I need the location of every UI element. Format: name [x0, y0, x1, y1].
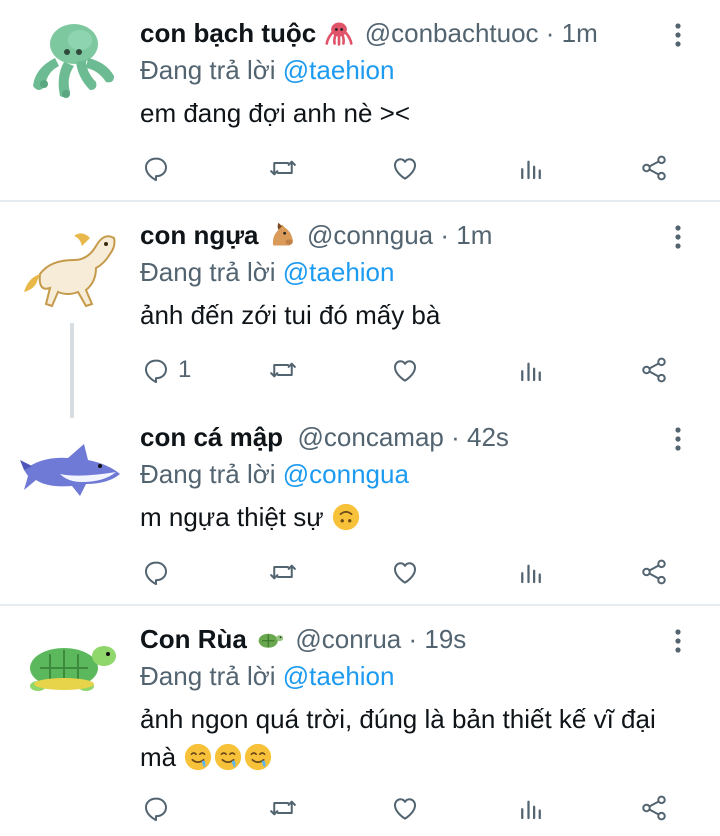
- octopus-avatar[interactable]: [20, 18, 120, 108]
- action-bar: 1: [0, 350, 720, 390]
- tweet-text: ảnh đến zới tui đó mấy bà: [140, 300, 441, 330]
- tweet-text: m ngựa thiệt sự: [140, 500, 700, 534]
- retweet-icon[interactable]: [261, 552, 305, 592]
- replying-to-line: Đang trả lời @taehion: [140, 257, 394, 288]
- tweet-text-line-2: mà: [140, 740, 700, 774]
- mention-link[interactable]: @taehion: [283, 55, 395, 85]
- reply-icon[interactable]: [134, 350, 178, 390]
- user-handle[interactable]: @concamap: [298, 422, 444, 452]
- tweet-text: ảnh ngon quá trời, đúng là bản thiết kế …: [140, 702, 700, 774]
- replying-to-label: Đang trả lời: [140, 661, 283, 691]
- more-icon[interactable]: [666, 626, 690, 656]
- replying-to-line: Đang trả lời @conngua: [140, 459, 409, 490]
- retweet-icon[interactable]: [261, 350, 305, 390]
- like-icon[interactable]: [383, 148, 427, 188]
- like-icon[interactable]: [383, 350, 427, 390]
- timestamp[interactable]: 1m: [456, 220, 492, 250]
- share-icon[interactable]: [632, 788, 676, 828]
- analytics-icon[interactable]: [509, 148, 553, 188]
- tweet-header: Con Rùa @conrua · 19s: [140, 624, 466, 655]
- tweet-text: em đang đợi anh nè ><: [140, 98, 411, 128]
- display-name[interactable]: con ngựa: [140, 220, 259, 250]
- replying-to-line: Đang trả lời @taehion: [140, 55, 394, 86]
- more-icon[interactable]: [666, 222, 690, 252]
- tweet-text-content: m ngựa thiệt sự: [140, 502, 324, 532]
- separator: ·: [433, 220, 457, 250]
- tweet-header: con ngựa @conngua · 1m: [140, 220, 492, 251]
- share-icon[interactable]: [632, 350, 676, 390]
- reply-icon[interactable]: [134, 552, 178, 592]
- timestamp[interactable]: 1m: [562, 18, 598, 48]
- reply-count: 1: [178, 356, 192, 383]
- action-bar: [0, 552, 720, 592]
- drooling-face-emoji-icon: [213, 742, 243, 772]
- tweet-text-content: mà: [140, 742, 177, 772]
- user-handle[interactable]: @conbachtuoc: [365, 18, 539, 48]
- share-icon[interactable]: [632, 148, 676, 188]
- replying-to-label: Đang trả lời: [140, 55, 283, 85]
- action-bar: [0, 148, 720, 188]
- timestamp[interactable]: 19s: [424, 624, 466, 654]
- reply-icon[interactable]: [134, 788, 178, 828]
- like-icon[interactable]: [383, 552, 427, 592]
- mention-link[interactable]: @taehion: [283, 257, 395, 287]
- timestamp[interactable]: 42s: [467, 422, 509, 452]
- mention-link[interactable]: @conngua: [283, 459, 409, 489]
- display-name[interactable]: Con Rùa: [140, 624, 247, 654]
- drooling-face-emoji-icon: [183, 742, 213, 772]
- turtle-emoji-icon: [256, 625, 284, 653]
- like-icon[interactable]: [383, 788, 427, 828]
- separator: ·: [443, 422, 467, 452]
- mention-link[interactable]: @taehion: [283, 661, 395, 691]
- replying-to-label: Đang trả lời: [140, 257, 283, 287]
- octopus-emoji-icon: [325, 19, 354, 47]
- analytics-icon[interactable]: [509, 350, 553, 390]
- separator: ·: [538, 18, 562, 48]
- tweet-header: con cá mập @concamap · 42s: [140, 422, 509, 453]
- more-icon[interactable]: [666, 424, 690, 454]
- upside-down-face-emoji-icon: [331, 502, 361, 532]
- more-icon[interactable]: [666, 20, 690, 50]
- reply-icon[interactable]: [134, 148, 178, 188]
- replying-to-line: Đang trả lời @taehion: [140, 661, 394, 692]
- analytics-icon[interactable]: [509, 552, 553, 592]
- user-handle[interactable]: @conngua: [307, 220, 433, 250]
- display-name[interactable]: con cá mập: [140, 422, 283, 452]
- horse-face-emoji-icon: [268, 221, 296, 249]
- user-handle[interactable]: @conrua: [295, 624, 401, 654]
- tweet-text-line: ảnh ngon quá trời, đúng là bản thiết kế …: [140, 704, 656, 734]
- replying-to-label: Đang trả lời: [140, 459, 283, 489]
- turtle-avatar[interactable]: [20, 636, 120, 726]
- display-name[interactable]: con bạch tuộc: [140, 18, 316, 48]
- action-bar: [0, 788, 720, 828]
- share-icon[interactable]: [632, 552, 676, 592]
- divider: [0, 200, 720, 202]
- shark-avatar[interactable]: [20, 426, 120, 516]
- analytics-icon[interactable]: [509, 788, 553, 828]
- separator: ·: [401, 624, 425, 654]
- retweet-icon[interactable]: [261, 788, 305, 828]
- horse-avatar[interactable]: [20, 220, 120, 310]
- drooling-face-emoji-icon: [243, 742, 273, 772]
- tweet-header: con bạch tuộc @conbachtuoc · 1m: [140, 18, 598, 49]
- divider: [0, 604, 720, 606]
- retweet-icon[interactable]: [261, 148, 305, 188]
